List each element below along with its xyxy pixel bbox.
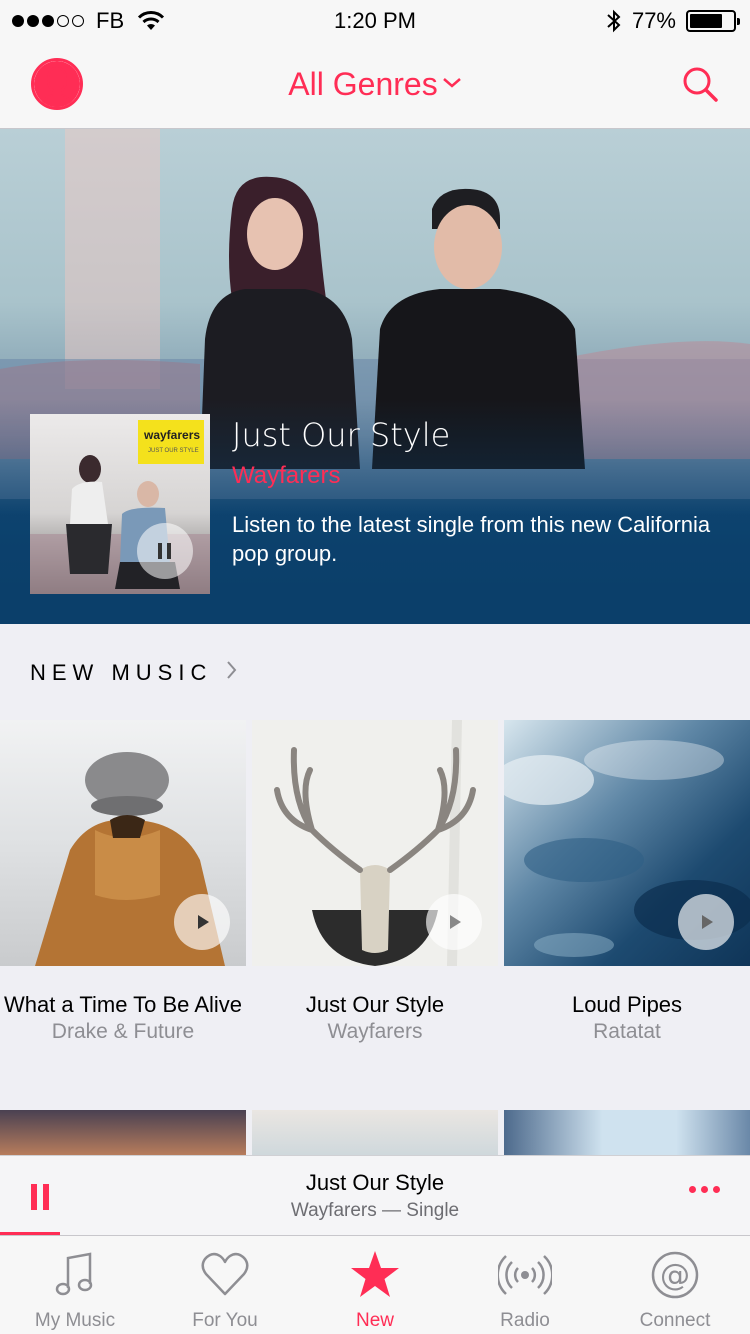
battery-icon <box>686 10 740 32</box>
album-play-button[interactable] <box>426 894 482 950</box>
album-play-button[interactable] <box>174 894 230 950</box>
tab-my-music[interactable]: My Music <box>0 1236 150 1334</box>
genre-selector-label: All Genres <box>288 66 438 102</box>
tab-label: My Music <box>34 1310 116 1331</box>
status-bar: FB 1:20 PM 77% <box>0 0 750 40</box>
play-icon <box>702 915 713 929</box>
album-art[interactable] <box>0 720 246 966</box>
album-art-peek[interactable] <box>0 1110 246 1155</box>
heart-icon <box>201 1252 249 1296</box>
tab-radio[interactable]: Radio <box>450 1236 600 1334</box>
navigation-header: All Genres <box>0 40 750 129</box>
hero-pause-button[interactable] <box>137 523 193 579</box>
album-title: Just Our Style <box>305 992 445 1017</box>
pause-icon <box>158 543 171 559</box>
tab-label: Radio <box>500 1310 550 1331</box>
chevron-right-icon <box>227 661 237 679</box>
new-music-section-header[interactable]: NEW MUSIC <box>30 660 238 686</box>
hero-artist[interactable]: Wayfarers <box>232 462 340 490</box>
hero-album-art[interactable]: wayfarers JUST OUR STYLE <box>30 414 210 594</box>
play-icon <box>450 915 461 929</box>
album-artist: Ratatat <box>593 1020 661 1043</box>
genre-selector[interactable]: All Genres <box>0 66 750 103</box>
battery-percent: 77% <box>631 8 676 33</box>
chevron-down-icon <box>442 78 461 88</box>
tab-label: Connect <box>639 1310 711 1331</box>
bluetooth-icon <box>607 9 621 33</box>
hero-description: Listen to the latest single from this ne… <box>232 512 711 566</box>
hero-album-label <box>138 420 204 464</box>
hero-album-label-text: wayfarers <box>144 428 201 442</box>
tab-label: New <box>355 1310 394 1331</box>
tab-new[interactable]: New <box>300 1236 450 1334</box>
search-icon[interactable] <box>680 64 720 104</box>
album-title: Loud Pipes <box>571 992 683 1017</box>
hero-album-label-subtext: JUST OUR STYLE <box>148 448 199 454</box>
album-art-peek[interactable] <box>504 1110 750 1155</box>
music-note-icon <box>55 1252 93 1296</box>
album-title: What a Time To Be Alive <box>3 992 243 1017</box>
album-card[interactable]: What a Time To Be Alive Drake & Future <box>0 720 246 1044</box>
tab-connect[interactable]: @ Connect <box>600 1236 750 1334</box>
status-right: 77% <box>606 8 740 34</box>
tab-label: For You <box>192 1310 258 1331</box>
svg-text:@: @ <box>660 1258 690 1293</box>
album-card[interactable]: Loud Pipes Ratatat <box>504 720 750 1044</box>
tab-bar: My Music For You New Radio @ Connect <box>0 1235 750 1334</box>
star-icon <box>351 1251 399 1297</box>
now-playing-title: Just Our Style <box>305 1170 445 1195</box>
album-play-button[interactable] <box>678 894 734 950</box>
more-options-icon[interactable] <box>689 1186 720 1193</box>
album-artist: Drake & Future <box>51 1020 195 1043</box>
now-playing-bar[interactable]: Just Our Style Wayfarers — Single <box>0 1155 750 1235</box>
album-card[interactable]: Just Our Style Wayfarers <box>252 720 498 1044</box>
now-playing-subtitle: Wayfarers — Single <box>290 1200 460 1221</box>
at-sign-icon: @ <box>651 1251 699 1299</box>
tab-for-you[interactable]: For You <box>150 1236 300 1334</box>
new-music-section-title: NEW MUSIC <box>30 660 213 685</box>
radio-waves-icon <box>498 1255 552 1295</box>
play-icon <box>198 915 209 929</box>
album-artist: Wayfarers <box>327 1020 423 1043</box>
album-art[interactable] <box>504 720 750 966</box>
album-art-peek[interactable] <box>252 1110 498 1155</box>
battery-fill <box>690 14 723 28</box>
album-art[interactable] <box>252 720 498 966</box>
hero-title[interactable]: Just Our Style <box>232 416 450 454</box>
